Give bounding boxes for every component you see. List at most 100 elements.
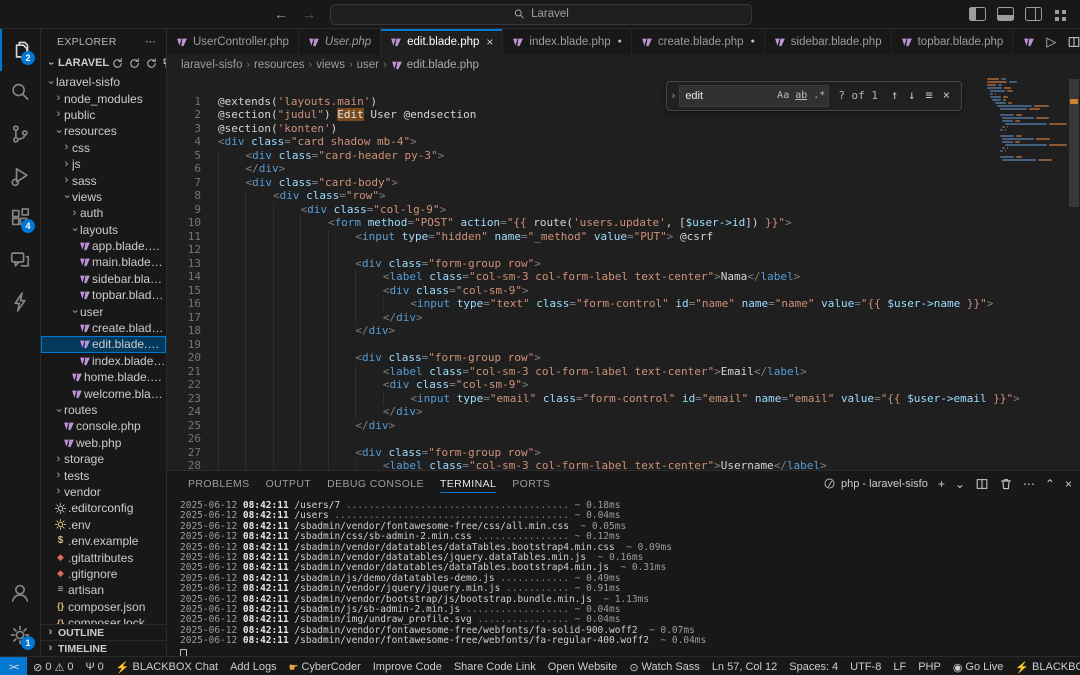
code-line[interactable]: 28<label class="col-sm-3 col-form-label …	[167, 459, 1080, 470]
tree-item--env-example[interactable]: $.env.example	[41, 533, 166, 549]
tree-item-create-blade-php[interactable]: create.blade.php	[41, 320, 166, 336]
tree-item--env[interactable]: .env	[41, 517, 166, 533]
find-in-selection-button[interactable]: ≡	[921, 89, 938, 103]
status-indentation[interactable]: Spaces: 4	[783, 657, 844, 675]
toggle-sidebar-icon[interactable]	[969, 7, 986, 21]
status-share-code-link[interactable]: Share Code Link	[448, 657, 542, 675]
new-terminal-button[interactable]: +	[938, 477, 945, 491]
tree-item-sidebar-blade-p-[interactable]: sidebar.blade.p...	[41, 271, 166, 287]
explorer-more-actions[interactable]: ⋯	[145, 36, 156, 48]
terminal-profile[interactable]: php - laravel-sisfo	[823, 477, 928, 490]
tree-item-user[interactable]: ›user	[41, 303, 166, 319]
tree-item--gitattributes[interactable]: ◆.gitattributes	[41, 549, 166, 565]
status-remote-indicator[interactable]: ><	[0, 657, 27, 675]
status-ports-forwarded[interactable]: Ψ0	[79, 657, 109, 675]
code-line[interactable]: 27<div class="form-group row">	[167, 446, 1080, 460]
find-close-button[interactable]: ×	[938, 89, 955, 103]
status-cybercoder[interactable]: ☛CyberCoder	[283, 657, 367, 675]
tree-item-auth[interactable]: ›auth	[41, 205, 166, 221]
code-line[interactable]: 5<div class="card-header py-3">	[167, 149, 1080, 163]
panel-tab-ports[interactable]: PORTS	[504, 471, 558, 496]
code-line[interactable]: 24</div>	[167, 405, 1080, 419]
find-previous-button[interactable]: ↑	[886, 89, 903, 103]
status-go-live[interactable]: ◉Go Live	[947, 657, 1010, 675]
tree-item-public[interactable]: ›public	[41, 107, 166, 123]
timeline-section[interactable]: › TIMELINE	[41, 640, 166, 656]
new-folder-icon[interactable]	[128, 57, 141, 70]
code-line[interactable]: 26	[167, 432, 1080, 446]
breadcrumb-item[interactable]: laravel-sisfo	[181, 59, 242, 71]
tree-item--gitignore[interactable]: ◆.gitignore	[41, 566, 166, 582]
status-watch-sass[interactable]: ⊙Watch Sass	[623, 657, 706, 675]
code-line[interactable]: 20<div class="form-group row">	[167, 351, 1080, 365]
activity-bar-source-control[interactable]	[0, 113, 40, 155]
activity-bar-blackbox[interactable]	[0, 281, 40, 323]
blade-extension-icon[interactable]	[1023, 36, 1035, 48]
tree-item-sass[interactable]: ›sass	[41, 172, 166, 188]
activity-bar-search[interactable]	[0, 71, 40, 113]
tree-item-composer-json[interactable]: {}composer.json	[41, 599, 166, 615]
terminal-profile-dropdown-button[interactable]: ⌄	[955, 477, 965, 491]
find-input[interactable]	[680, 90, 774, 102]
split-terminal-icon[interactable]	[975, 477, 989, 491]
tree-item--editorconfig[interactable]: .editorconfig	[41, 500, 166, 516]
code-line[interactable]: 25</div>	[167, 419, 1080, 433]
code-line[interactable]: 14<label class="col-sm-3 col-form-label …	[167, 270, 1080, 284]
tab-index-blade-php[interactable]: index.blade.php●	[503, 29, 631, 55]
outline-section[interactable]: › OUTLINE	[41, 624, 166, 640]
tree-item-web-php[interactable]: web.php	[41, 435, 166, 451]
command-center-search[interactable]: Laravel	[330, 4, 752, 25]
code-line[interactable]: 13<div class="form-group row">	[167, 257, 1080, 271]
tree-item-index-blade-php[interactable]: index.blade.php	[41, 353, 166, 369]
customize-layout-icon[interactable]	[1053, 8, 1068, 21]
find-next-button[interactable]: ↓	[903, 89, 920, 103]
tree-item-node-modules[interactable]: ›node_modules	[41, 90, 166, 106]
code-line[interactable]: 17</div>	[167, 311, 1080, 325]
history-back-button[interactable]: ←	[274, 6, 288, 22]
refresh-icon[interactable]	[145, 57, 158, 70]
breadcrumb-item[interactable]: views	[316, 59, 345, 71]
code-line[interactable]: 3@section('konten')	[167, 122, 1080, 136]
code-line[interactable]: 7<div class="card-body">	[167, 176, 1080, 190]
match-case-toggle[interactable]: Aa	[774, 89, 792, 103]
tab-User-php[interactable]: User.php	[299, 29, 381, 55]
tree-item-console-php[interactable]: console.php	[41, 418, 166, 434]
tree-item-storage[interactable]: ›storage	[41, 451, 166, 467]
tree-item-topbar-blade-php[interactable]: topbar.blade.php	[41, 287, 166, 303]
tree-item-app-blade-php[interactable]: app.blade.php	[41, 238, 166, 254]
tree-item-views[interactable]: ›views	[41, 189, 166, 205]
code-line[interactable]: 21<label class="col-sm-3 col-form-label …	[167, 365, 1080, 379]
kill-terminal-icon[interactable]	[999, 477, 1013, 491]
status-language-mode[interactable]: PHP	[912, 657, 947, 675]
code-editor[interactable]: 1@extends('layouts.main')2@section("judu…	[167, 75, 1080, 470]
code-line[interactable]: 12	[167, 243, 1080, 257]
code-line[interactable]: 18</div>	[167, 324, 1080, 338]
activity-bar-explorer[interactable]: 2	[0, 29, 40, 71]
code-line[interactable]: 16<input type="text" class="form-control…	[167, 297, 1080, 311]
status-add-logs[interactable]: Add Logs	[224, 657, 282, 675]
activity-bar-settings[interactable]: 1	[0, 614, 40, 656]
find-collapse-chevron-icon[interactable]: ›	[667, 82, 679, 110]
tree-item-welcome-blade-[interactable]: welcome.blade....	[41, 385, 166, 401]
activity-bar-run-and-debug[interactable]	[0, 155, 40, 197]
tree-item-home-blade-php[interactable]: home.blade.php	[41, 369, 166, 385]
panel-tab-problems[interactable]: PROBLEMS	[180, 471, 258, 496]
status-cursor-position[interactable]: Ln 57, Col 12	[706, 657, 783, 675]
tree-item-css[interactable]: ›css	[41, 140, 166, 156]
breadcrumb-file[interactable]: edit.blade.php	[391, 59, 479, 71]
activity-bar-chat[interactable]	[0, 239, 40, 281]
code-line[interactable]: 6</div>	[167, 162, 1080, 176]
close-panel-button[interactable]: ×	[1065, 477, 1072, 491]
breadcrumb-item[interactable]: user	[357, 59, 379, 71]
run-code-button[interactable]: ▷	[1046, 34, 1056, 50]
tree-item-layouts[interactable]: ›layouts	[41, 222, 166, 238]
toggle-panel-icon[interactable]	[997, 7, 1014, 21]
new-file-icon[interactable]	[111, 57, 124, 70]
minimap[interactable]	[987, 78, 1067, 162]
activity-bar-accounts[interactable]	[0, 572, 40, 614]
status-end-of-line[interactable]: LF	[887, 657, 912, 675]
activity-bar-extensions[interactable]: 4	[0, 197, 40, 239]
status-improve-code[interactable]: Improve Code	[367, 657, 448, 675]
code-line[interactable]: 11<input type="hidden" name="_method" va…	[167, 230, 1080, 244]
tree-item-artisan[interactable]: ≡artisan	[41, 582, 166, 598]
